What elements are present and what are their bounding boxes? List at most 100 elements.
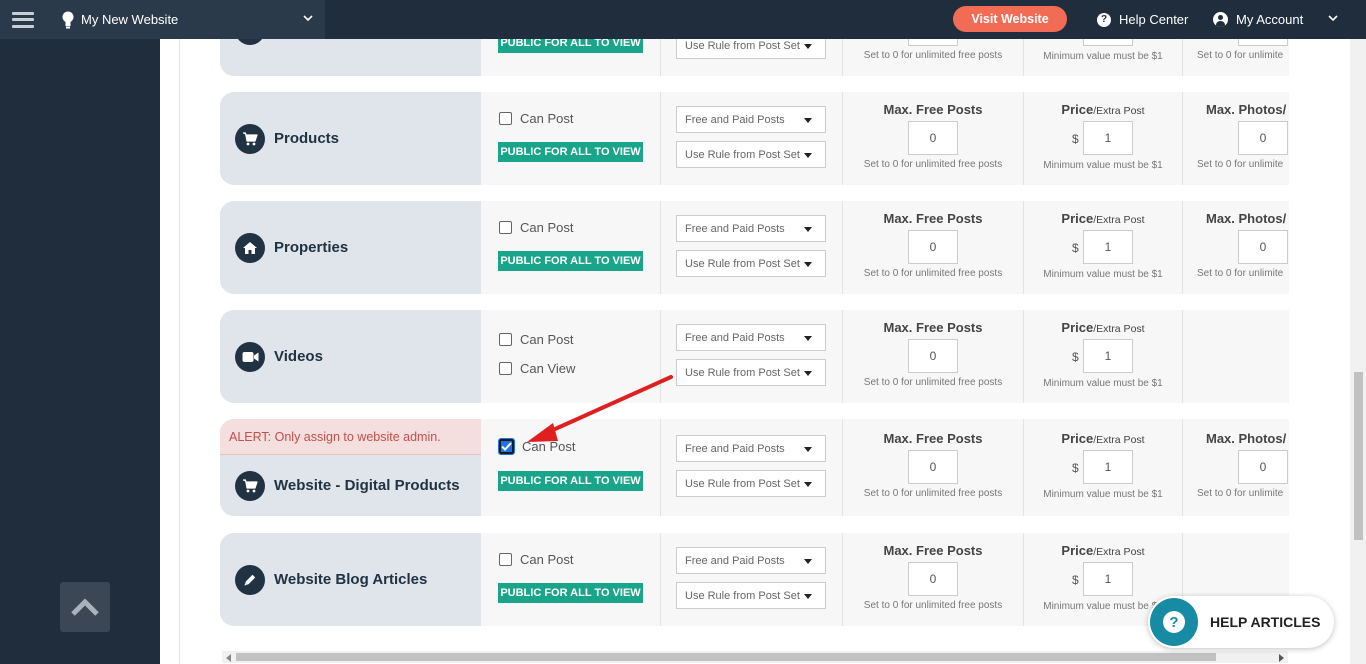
- help-articles-button[interactable]: ? HELP ARTICLES: [1148, 596, 1334, 648]
- price-suffix: /Extra Post: [1093, 323, 1145, 335]
- horizontal-scrollbar[interactable]: [222, 651, 1288, 663]
- max-photos-input[interactable]: 0: [1238, 450, 1288, 484]
- post-rule-select[interactable]: Use Rule from Post Set: [676, 39, 826, 59]
- visit-website-button[interactable]: Visit Website: [953, 6, 1067, 32]
- field-hint: Set to 0 for unlimite: [1197, 488, 1284, 499]
- row-title: Products: [274, 130, 340, 147]
- max-free-posts-input[interactable]: 0: [908, 230, 958, 264]
- permission-checks: Can Post Can View: [481, 310, 661, 403]
- can-view-checkbox[interactable]: Can View: [499, 361, 575, 376]
- checkbox[interactable]: [499, 362, 512, 375]
- public-view-badge[interactable]: PUBLIC FOR ALL TO VIEW: [498, 39, 643, 53]
- post-rule-select[interactable]: Use Rule from Post Set: [676, 359, 826, 386]
- price-title: Price: [1061, 102, 1094, 117]
- max-photos-input[interactable]: 0: [1238, 39, 1288, 46]
- price-title: Price: [1061, 543, 1094, 558]
- can-post-checkbox[interactable]: Can Post: [499, 552, 573, 567]
- caret-down-icon: [804, 227, 812, 232]
- max-free-posts-input[interactable]: 0: [908, 121, 958, 155]
- post-type-select[interactable]: Free and Paid Posts: [676, 547, 826, 574]
- max-photos-field: Max. Photos/0 Set to 0 for unlimite: [1183, 201, 1289, 294]
- select-value: Use Rule from Post Set: [685, 39, 800, 52]
- checkbox[interactable]: [499, 221, 512, 234]
- top-bar: My New Website Visit Website ? Help Cent…: [0, 0, 1366, 39]
- website-selector[interactable]: My New Website: [45, 0, 325, 39]
- field-title: Max. Free Posts: [883, 543, 983, 558]
- public-view-badge[interactable]: PUBLIC FOR ALL TO VIEW: [498, 471, 643, 491]
- scrollbar-thumb[interactable]: [1354, 372, 1363, 540]
- currency-symbol: $: [1072, 461, 1079, 475]
- field-title: Max. Free Posts: [883, 431, 983, 446]
- price-input[interactable]: 1: [1083, 121, 1133, 155]
- price-input[interactable]: 1: [1083, 450, 1133, 484]
- public-view-badge[interactable]: PUBLIC FOR ALL TO VIEW: [498, 251, 643, 271]
- price-input[interactable]: 1: [1083, 339, 1133, 373]
- row-title: Properties: [274, 239, 349, 256]
- permission-checks: Can Post PUBLIC FOR ALL TO VIEW: [481, 533, 661, 626]
- field-hint: Set to 0 for unlimite: [1197, 50, 1284, 61]
- scroll-to-top-button[interactable]: [60, 582, 110, 632]
- row-label: Website Blog Articles: [220, 533, 481, 626]
- menu-toggle-button[interactable]: [0, 0, 45, 39]
- scrollbar-thumb[interactable]: [236, 653, 1216, 661]
- max-photos-input[interactable]: 0: [1238, 121, 1288, 155]
- public-view-badge[interactable]: PUBLIC FOR ALL TO VIEW: [498, 142, 643, 162]
- can-post-checkbox[interactable]: Can Post: [498, 438, 576, 455]
- caret-down-icon: [804, 262, 812, 267]
- price-input[interactable]: 1: [1083, 39, 1133, 46]
- max-free-posts-input[interactable]: 0: [908, 339, 958, 373]
- can-post-checkbox[interactable]: Can Post: [499, 111, 573, 126]
- can-post-checkbox[interactable]: Can Post: [499, 220, 573, 235]
- price-per-extra-post-field: Price/Extra Post$1Minimum value must be …: [1024, 39, 1183, 76]
- chevron-down-icon: [1328, 15, 1338, 22]
- row-title: Videos: [274, 348, 323, 365]
- price-suffix: /Extra Post: [1093, 546, 1145, 558]
- post-rule-select[interactable]: Use Rule from Post Set: [676, 470, 826, 497]
- checkbox[interactable]: [499, 333, 512, 346]
- post-rule-select[interactable]: Use Rule from Post Set: [676, 582, 826, 609]
- row-label: Products: [220, 92, 481, 185]
- checkbox[interactable]: [498, 438, 515, 455]
- caret-down-icon: [804, 594, 812, 599]
- price-per-extra-post-field: Price/Extra Post$1Minimum value must be …: [1024, 92, 1183, 185]
- post-rule-select[interactable]: Use Rule from Post Set: [676, 141, 826, 168]
- scroll-left-arrow-icon[interactable]: [226, 654, 231, 662]
- vertical-scrollbar[interactable]: [1350, 39, 1366, 664]
- help-articles-label: HELP ARTICLES: [1210, 614, 1321, 630]
- max-free-posts-field: Max. Free Posts 0 Set to 0 for unlimited f…: [843, 92, 1024, 185]
- my-account-menu[interactable]: My Account: [1213, 0, 1338, 39]
- max-photos-field: Max. Photos/0 Set to 0 for unlimite: [1183, 92, 1289, 185]
- post-type-select[interactable]: Free and Paid Posts: [676, 106, 826, 133]
- photo-album-icon: [235, 39, 265, 45]
- caret-down-icon: [804, 482, 812, 487]
- field-title: Max. Photos/: [1206, 102, 1287, 117]
- permission-checks: Can Post PUBLIC FOR ALL TO VIEW: [481, 201, 661, 294]
- max-free-posts-input[interactable]: 0: [908, 39, 958, 46]
- checkbox[interactable]: [499, 553, 512, 566]
- max-free-posts-field: Max. Free Posts 0 Set to 0 for unlimited f…: [843, 201, 1024, 294]
- permission-row: Website Blog Articles Can Post PUBLIC FOR …: [220, 533, 1289, 626]
- sidebar: [0, 39, 160, 664]
- question-circle-icon: ?: [1097, 12, 1111, 27]
- post-type-select[interactable]: Free and Paid Posts: [676, 215, 826, 242]
- checkbox-label: Can Post: [522, 439, 576, 454]
- lightbulb-icon: [62, 11, 74, 28]
- field-title: Max. Free Posts: [883, 211, 983, 226]
- post-rule-select[interactable]: Use Rule from Post Set: [676, 250, 826, 277]
- can-post-checkbox[interactable]: Can Post: [499, 332, 573, 347]
- post-type-select[interactable]: Free and Paid Posts: [676, 435, 826, 462]
- scroll-right-arrow-icon[interactable]: [1279, 654, 1284, 662]
- cart-icon: [235, 470, 265, 501]
- help-center-link[interactable]: ? Help Center: [1097, 0, 1188, 39]
- max-free-posts-input[interactable]: 0: [908, 562, 958, 596]
- price-input[interactable]: 1: [1083, 562, 1133, 596]
- public-view-badge[interactable]: PUBLIC FOR ALL TO VIEW: [498, 583, 643, 603]
- checkbox[interactable]: [499, 112, 512, 125]
- post-type-select[interactable]: Free and Paid Posts: [676, 324, 826, 351]
- row-label: ALERT: Only assign to website admin. Webs…: [220, 419, 481, 516]
- caret-down-icon: [804, 118, 812, 123]
- max-free-posts-input[interactable]: 0: [908, 450, 958, 484]
- max-photos-input[interactable]: 0: [1238, 230, 1288, 264]
- price-input[interactable]: 1: [1083, 230, 1133, 264]
- row-title: Website - Digital Products: [274, 477, 460, 494]
